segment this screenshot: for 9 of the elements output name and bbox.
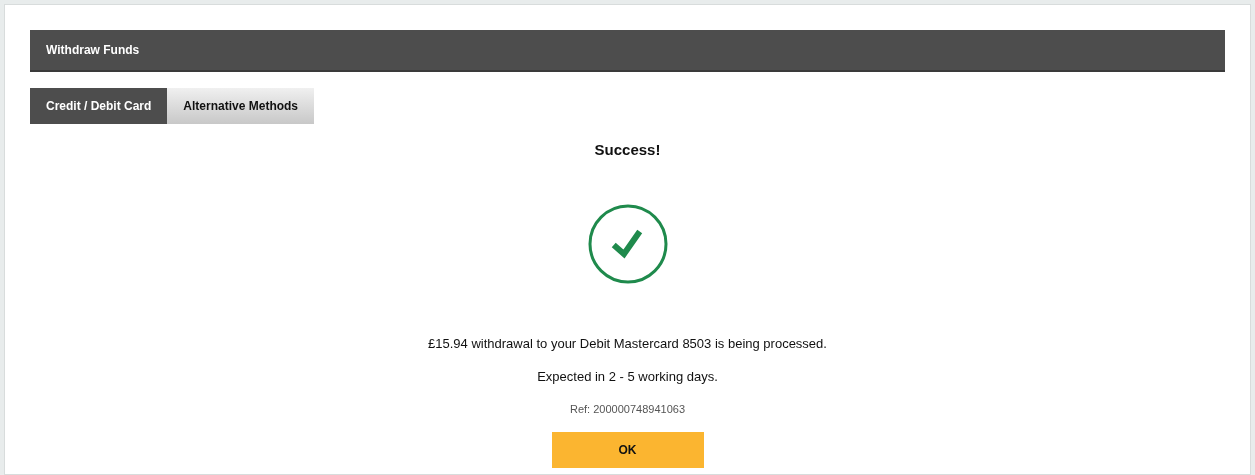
tab[interactable]: Credit / Debit Card <box>30 88 168 124</box>
success-heading: Success! <box>594 140 661 160</box>
panel-title: Withdraw Funds <box>46 42 140 59</box>
expected-time: Expected in 2 - 5 working days. <box>537 368 718 386</box>
ok-button[interactable]: OK <box>551 432 704 468</box>
reference-number: Ref: 200000748941063 <box>570 401 685 417</box>
tab[interactable]: Alternative Methods <box>167 88 315 124</box>
success-check-icon <box>587 203 668 284</box>
withdrawal-message: £15.94 withdrawal to your Debit Mastercard 8503 is being processed. <box>428 334 827 353</box>
